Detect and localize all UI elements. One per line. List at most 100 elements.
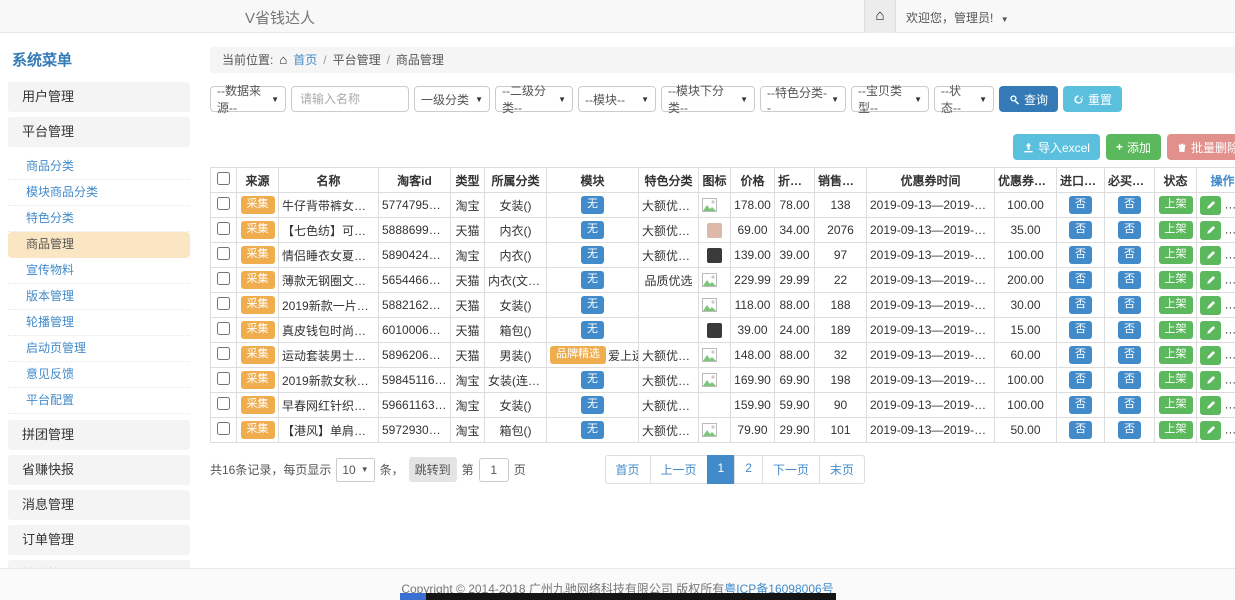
row-checkbox[interactable] <box>217 372 230 385</box>
edit-button[interactable] <box>1200 221 1221 240</box>
import-opt-toggle[interactable]: 否 <box>1069 246 1092 263</box>
must-buy-toggle[interactable]: 否 <box>1118 371 1141 388</box>
sidebar-group-兑换管理[interactable]: 兑换管理 <box>8 560 190 568</box>
import-opt-toggle[interactable]: 否 <box>1069 196 1092 213</box>
reset-button[interactable]: 重置 <box>1063 86 1122 112</box>
source-badge[interactable]: 采集 <box>241 396 275 413</box>
status-toggle[interactable]: 上架 <box>1159 221 1193 238</box>
delete-button[interactable] <box>1224 346 1235 365</box>
sidebar-item-启动页管理[interactable]: 启动页管理 <box>8 336 190 362</box>
module-badge[interactable]: 无 <box>581 221 604 238</box>
delete-button[interactable] <box>1224 271 1235 290</box>
status-toggle[interactable]: 上架 <box>1159 371 1193 388</box>
status-toggle[interactable]: 上架 <box>1159 321 1193 338</box>
pager-button-末页[interactable]: 末页 <box>819 455 865 484</box>
row-checkbox[interactable] <box>217 347 230 360</box>
must-buy-toggle[interactable]: 否 <box>1118 271 1141 288</box>
source-badge[interactable]: 采集 <box>241 421 275 438</box>
pager-button-上一页[interactable]: 上一页 <box>650 455 708 484</box>
delete-button[interactable] <box>1224 321 1235 340</box>
filter-select-数据来源[interactable]: --数据来源--▼ <box>210 86 286 112</box>
row-checkbox[interactable] <box>217 322 230 335</box>
module-badge[interactable]: 无 <box>581 246 604 263</box>
sidebar-group-平台管理[interactable]: 平台管理 <box>8 117 190 147</box>
add-button[interactable]: + 添加 <box>1106 134 1161 160</box>
row-checkbox[interactable] <box>217 422 230 435</box>
delete-button[interactable] <box>1224 296 1235 315</box>
sidebar-item-宣传物料[interactable]: 宣传物料 <box>8 258 190 284</box>
import-opt-toggle[interactable]: 否 <box>1069 221 1092 238</box>
user-menu[interactable]: 欢迎您，管理员! ▼ <box>906 9 1009 26</box>
status-toggle[interactable]: 上架 <box>1159 271 1193 288</box>
module-badge[interactable]: 无 <box>581 421 604 438</box>
import-opt-toggle[interactable]: 否 <box>1069 296 1092 313</box>
source-badge[interactable]: 采集 <box>241 246 275 263</box>
edit-button[interactable] <box>1200 296 1221 315</box>
filter-select-二级分类[interactable]: --二级分类--▼ <box>495 86 573 112</box>
row-checkbox[interactable] <box>217 247 230 260</box>
import-opt-toggle[interactable]: 否 <box>1069 371 1092 388</box>
import-opt-toggle[interactable]: 否 <box>1069 396 1092 413</box>
module-badge[interactable]: 品牌精选 <box>550 346 606 363</box>
edit-button[interactable] <box>1200 371 1221 390</box>
sidebar-item-商品分类[interactable]: 商品分类 <box>8 154 190 180</box>
source-badge[interactable]: 采集 <box>241 321 275 338</box>
must-buy-toggle[interactable]: 否 <box>1118 246 1141 263</box>
edit-button[interactable] <box>1200 421 1221 440</box>
edit-button[interactable] <box>1200 396 1221 415</box>
delete-button[interactable] <box>1224 196 1235 215</box>
import-opt-toggle[interactable]: 否 <box>1069 271 1092 288</box>
filter-select-状态[interactable]: --状态--▼ <box>934 86 994 112</box>
row-checkbox[interactable] <box>217 397 230 410</box>
filter-select-模块[interactable]: --模块--▼ <box>578 86 656 112</box>
edit-button[interactable] <box>1200 321 1221 340</box>
delete-button[interactable] <box>1224 246 1235 265</box>
sidebar-item-特色分类[interactable]: 特色分类 <box>8 206 190 232</box>
source-badge[interactable]: 采集 <box>241 371 275 388</box>
module-badge[interactable]: 无 <box>581 321 604 338</box>
module-badge[interactable]: 无 <box>581 196 604 213</box>
sidebar-group-用户管理[interactable]: 用户管理 <box>8 82 190 112</box>
per-page-select[interactable]: 10 ▼ <box>336 458 374 482</box>
search-button[interactable]: 查询 <box>999 86 1058 112</box>
pager-button-首页[interactable]: 首页 <box>604 455 650 484</box>
source-badge[interactable]: 采集 <box>241 271 275 288</box>
delete-button[interactable] <box>1224 396 1235 415</box>
must-buy-toggle[interactable]: 否 <box>1118 196 1141 213</box>
row-checkbox[interactable] <box>217 222 230 235</box>
batch-delete-button[interactable]: 批量删除 <box>1167 134 1235 160</box>
pager-button-2[interactable]: 2 <box>734 455 763 484</box>
status-toggle[interactable]: 上架 <box>1159 346 1193 363</box>
edit-button[interactable] <box>1200 196 1221 215</box>
delete-button[interactable] <box>1224 371 1235 390</box>
import-opt-toggle[interactable]: 否 <box>1069 421 1092 438</box>
sidebar-item-模块商品分类[interactable]: 模块商品分类 <box>8 180 190 206</box>
status-toggle[interactable]: 上架 <box>1159 196 1193 213</box>
must-buy-toggle[interactable]: 否 <box>1118 396 1141 413</box>
row-checkbox[interactable] <box>217 272 230 285</box>
sidebar-item-轮播管理[interactable]: 轮播管理 <box>8 310 190 336</box>
sidebar-group-拼团管理[interactable]: 拼团管理 <box>8 420 190 450</box>
jump-button[interactable]: 跳转到 <box>409 457 457 482</box>
status-toggle[interactable]: 上架 <box>1159 296 1193 313</box>
row-checkbox[interactable] <box>217 197 230 210</box>
must-buy-toggle[interactable]: 否 <box>1118 421 1141 438</box>
must-buy-toggle[interactable]: 否 <box>1118 321 1141 338</box>
sidebar-group-订单管理[interactable]: 订单管理 <box>8 525 190 555</box>
import-opt-toggle[interactable]: 否 <box>1069 321 1092 338</box>
source-badge[interactable]: 采集 <box>241 296 275 313</box>
module-badge[interactable]: 无 <box>581 296 604 313</box>
breadcrumb-item-首页[interactable]: 首页 <box>293 47 317 73</box>
edit-button[interactable] <box>1200 246 1221 265</box>
sidebar-group-省赚快报[interactable]: 省赚快报 <box>8 455 190 485</box>
module-badge[interactable]: 无 <box>581 371 604 388</box>
source-badge[interactable]: 采集 <box>241 196 275 213</box>
sidebar-item-商品管理[interactable]: 商品管理 <box>8 232 190 258</box>
sidebar-item-意见反馈[interactable]: 意见反馈 <box>8 362 190 388</box>
delete-button[interactable] <box>1224 221 1235 240</box>
sidebar-item-版本管理[interactable]: 版本管理 <box>8 284 190 310</box>
import-opt-toggle[interactable]: 否 <box>1069 346 1092 363</box>
filter-select-宝贝类型[interactable]: --宝贝类型--▼ <box>851 86 929 112</box>
edit-button[interactable] <box>1200 346 1221 365</box>
sidebar-group-消息管理[interactable]: 消息管理 <box>8 490 190 520</box>
